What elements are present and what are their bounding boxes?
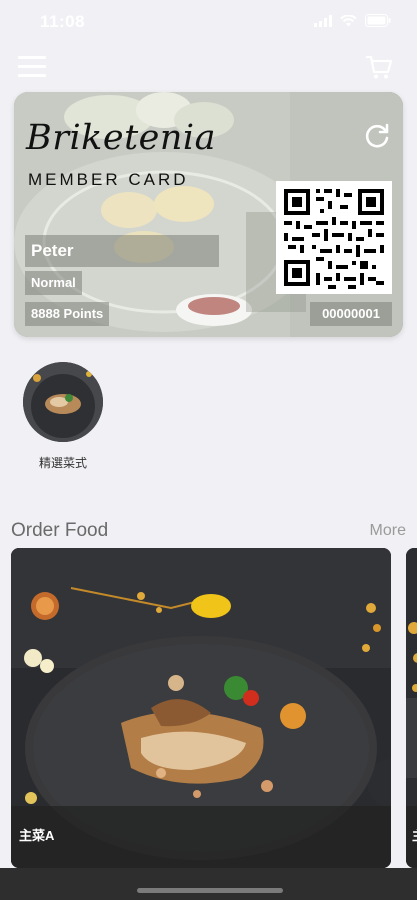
hamburger-icon-line — [18, 74, 46, 77]
featured-dish-image — [23, 362, 103, 442]
status-icons — [314, 14, 391, 27]
member-number: 00000001 — [310, 302, 392, 326]
signal-icon — [314, 14, 332, 27]
hamburger-icon-line — [18, 56, 46, 59]
featured-dishes-button[interactable]: 精選菜式 — [20, 362, 106, 471]
top-bar — [0, 46, 417, 92]
battery-icon — [365, 14, 391, 27]
status-time: 11:08 — [40, 12, 86, 31]
food-name: 主菜A — [19, 828, 55, 843]
more-link[interactable]: More — [370, 522, 406, 540]
home-indicator[interactable] — [137, 888, 283, 893]
status-bar: 11:08 — [0, 0, 417, 46]
featured-dishes-label: 精選菜式 — [38, 456, 87, 470]
member-points: 8888 Points — [25, 302, 110, 326]
food-name: 主 — [412, 825, 417, 844]
brand-logo: Briketenia — [26, 118, 216, 158]
member-tier: Normal — [25, 271, 82, 295]
menu-button[interactable] — [18, 56, 46, 80]
food-card[interactable]: 主 — [406, 548, 417, 868]
order-food-title: Order Food — [11, 520, 109, 541]
member-name: Peter — [25, 235, 219, 267]
food-caption-bar — [11, 806, 391, 868]
cart-icon[interactable] — [365, 54, 393, 80]
member-card: Briketenia MEMBER CARD Peter Normal 8888… — [14, 92, 403, 337]
featured-thumbnail — [23, 362, 103, 442]
food-card[interactable]: 主菜A — [11, 548, 391, 868]
qr-code — [276, 181, 392, 294]
refresh-icon[interactable] — [363, 122, 391, 150]
wifi-icon — [340, 14, 357, 26]
hamburger-icon-line — [18, 65, 46, 68]
card-subtitle: MEMBER CARD — [28, 170, 189, 189]
home-indicator-area — [0, 868, 417, 900]
